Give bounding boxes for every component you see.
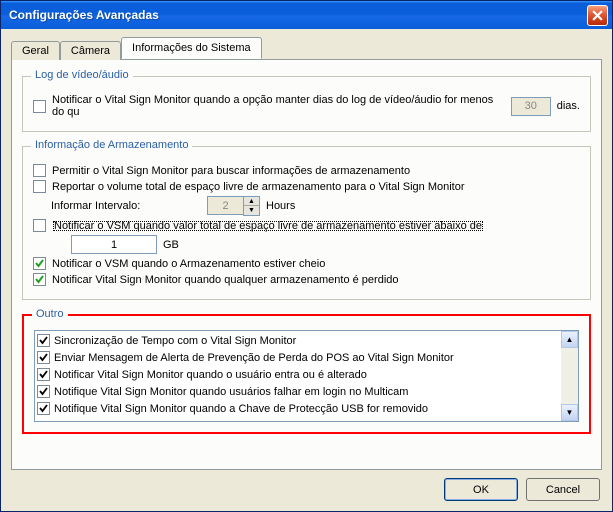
group-storage: Informação de Armazenamento Permitir o V… [22,146,591,300]
list-item[interactable]: Enviar Mensagem de Alerta de Prevenção d… [37,349,559,366]
checkbox-storage-notify-below[interactable] [33,219,46,232]
tabpage-system-info: Log de vídeo/áudio Notificar o Vital Sig… [11,59,602,470]
list-item-label: Notificar Vital Sign Monitor quando o us… [54,369,367,381]
row-video-notify: Notificar o Vital Sign Monitor quando a … [33,94,580,118]
dialog-button-row: OK Cancel [11,470,602,501]
label-storage-notify-full[interactable]: Notificar o VSM quando o Armazenamento e… [52,258,325,270]
list-item[interactable]: Sincronização de Tempo com o Vital Sign … [37,332,559,349]
close-icon [592,10,603,21]
spin-up-interval[interactable]: ▲ [244,197,259,206]
group-storage-title: Informação de Armazenamento [31,139,192,151]
list-checkbox[interactable] [37,368,50,381]
ok-button[interactable]: OK [444,478,518,501]
label-video-notify[interactable]: Notificar o Vital Sign Monitor quando a … [52,94,505,118]
list-checkbox[interactable] [37,402,50,415]
list-checkbox[interactable] [37,385,50,398]
checkbox-storage-allow[interactable] [33,164,46,177]
label-storage-notify-below[interactable]: Notificar o VSM quando valor total de es… [52,220,484,232]
advanced-settings-window: Configurações Avançadas Geral Câmera Inf… [0,0,613,512]
listbox-other-inner: Sincronização de Tempo com o Vital Sign … [35,331,561,421]
label-storage-allow[interactable]: Permitir o Vital Sign Monitor para busca… [52,165,410,177]
label-days-suffix: dias. [557,100,580,112]
label-interval: Informar Intervalo: [51,200,201,212]
group-video-log-title: Log de vídeo/áudio [31,69,133,81]
input-interval [207,196,243,215]
list-item-label: Sincronização de Tempo com o Vital Sign … [54,335,296,347]
list-item-label: Enviar Mensagem de Alerta de Prevenção d… [54,352,454,364]
checkbox-storage-notify-lost[interactable] [33,273,46,286]
checkbox-storage-report[interactable] [33,180,46,193]
input-video-days [511,97,551,116]
list-checkbox[interactable] [37,351,50,364]
list-item[interactable]: Notificar Vital Sign Monitor quando o us… [37,366,559,383]
client-area: Geral Câmera Informações do Sistema Log … [1,29,612,511]
list-checkbox[interactable] [37,334,50,347]
row-storage-notify-lost: Notificar Vital Sign Monitor quando qual… [33,273,580,286]
spin-buttons-interval: ▲ ▼ [243,196,260,216]
label-storage-report[interactable]: Reportar o volume total de espaço livre … [52,181,465,193]
row-storage-allow: Permitir o Vital Sign Monitor para busca… [33,164,580,177]
list-item[interactable]: Notifique Vital Sign Monitor quando usuá… [37,383,559,400]
titlebar[interactable]: Configurações Avançadas [1,1,612,29]
input-threshold[interactable] [71,235,157,254]
tab-system-info[interactable]: Informações do Sistema [121,37,262,59]
label-threshold-unit: GB [163,239,179,251]
tabrow: Geral Câmera Informações do Sistema [11,37,602,59]
label-interval-unit: Hours [266,200,295,212]
scrollbar-other[interactable]: ▲ ▼ [561,331,578,421]
group-other: Outro Sincronização de Tempo com o Vital… [22,314,591,434]
spin-down-interval[interactable]: ▼ [244,206,259,215]
scroll-up-button[interactable]: ▲ [561,331,578,348]
list-item-label: Notifique Vital Sign Monitor quando a Ch… [54,403,428,415]
label-storage-notify-lost[interactable]: Notificar Vital Sign Monitor quando qual… [52,274,399,286]
row-storage-report: Reportar o volume total de espaço livre … [33,180,580,193]
checkbox-storage-notify-full[interactable] [33,257,46,270]
close-button[interactable] [587,5,608,26]
group-other-title: Outro [32,308,68,320]
listbox-other: Sincronização de Tempo com o Vital Sign … [34,330,579,422]
checkbox-video-notify[interactable] [33,100,46,113]
scroll-down-button[interactable]: ▼ [561,404,578,421]
row-storage-notify-below: Notificar o VSM quando valor total de es… [33,219,580,232]
list-item[interactable]: Notifique Vital Sign Monitor quando a Ch… [37,400,559,417]
group-video-log: Log de vídeo/áudio Notificar o Vital Sig… [22,76,591,132]
row-storage-notify-full: Notificar o VSM quando o Armazenamento e… [33,257,580,270]
scroll-track[interactable] [561,348,578,404]
row-storage-threshold: GB [33,235,580,254]
window-title: Configurações Avançadas [9,8,159,22]
tab-camera[interactable]: Câmera [60,41,121,60]
tab-general[interactable]: Geral [11,41,60,60]
cancel-button[interactable]: Cancel [526,478,600,501]
row-storage-interval: Informar Intervalo: ▲ ▼ Hours [33,196,580,216]
list-item-label: Notifique Vital Sign Monitor quando usuá… [54,386,408,398]
spinner-interval: ▲ ▼ [207,196,260,216]
